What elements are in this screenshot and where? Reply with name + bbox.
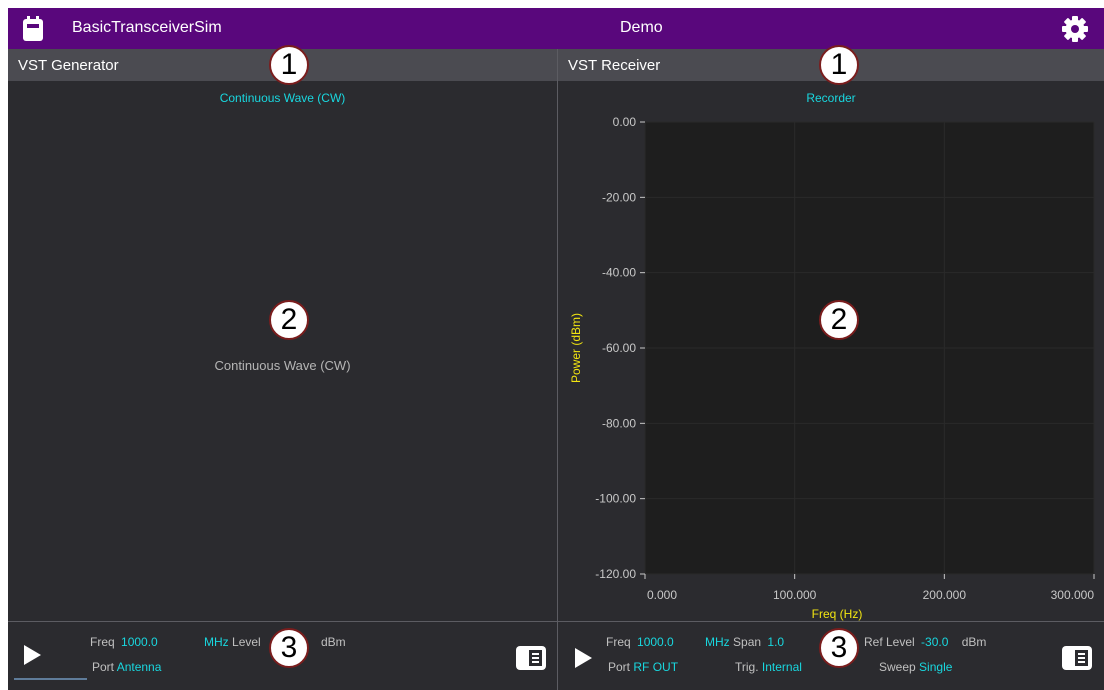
receiver-mode-link[interactable]: Recorder (558, 91, 1104, 105)
y-tick-label: -40.00 (602, 266, 636, 280)
callout-3-receiver: 3 (819, 628, 859, 668)
receiver-ref-level[interactable]: Ref Level -30.0 dBm (864, 635, 986, 649)
generator-freq-label: Freq (90, 635, 115, 649)
callout-2-receiver: 2 (819, 300, 859, 340)
x-tick-label: 100.000 (773, 588, 817, 602)
x-axis-label: Freq (Hz) (812, 607, 863, 621)
app-title: BasicTransceiverSim (72, 19, 222, 36)
x-tick-label: 0.000 (647, 588, 677, 602)
spectrum-chart[interactable]: 0.00 -20.00 -40.00 -60.00 -80.00 -100.00 -120.… (559, 104, 1104, 624)
receiver-span-label: Span (733, 635, 762, 649)
gear-icon[interactable] (1060, 14, 1090, 44)
y-tick-label: 0.00 (613, 115, 637, 129)
y-tick-label: -80.00 (602, 416, 636, 430)
receiver-trig-value[interactable]: Internal (762, 660, 802, 674)
y-tick-label: -120.00 (595, 567, 636, 581)
receiver-ref-value[interactable]: -30.0 (921, 635, 948, 649)
transceiver-icon[interactable] (22, 16, 44, 42)
generator-panel-toggle-icon[interactable] (516, 646, 546, 670)
receiver-freq-label: Freq (606, 635, 631, 649)
receiver-port-value[interactable]: RF OUT (633, 660, 678, 674)
receiver-panel-toggle-icon[interactable] (1062, 646, 1092, 670)
generator-play-underline (14, 678, 87, 680)
callout-1-receiver: 1 (819, 45, 859, 85)
generator-freq[interactable]: Freq 1000.0 (90, 635, 158, 649)
x-tick-label: 200.000 (923, 588, 967, 602)
generator-port-value[interactable]: Antenna (117, 660, 162, 674)
generator-port[interactable]: Port Antenna (92, 660, 161, 674)
receiver-ref-unit: dBm (961, 635, 987, 649)
receiver-ref-label: Ref Level (864, 635, 915, 649)
generator-level-label: Level (232, 635, 261, 649)
app-window: BasicTransceiverSim Demo VST Generator V… (8, 8, 1104, 690)
title-bar: BasicTransceiverSim Demo (8, 8, 1104, 49)
receiver-freq-unit: MHz (705, 635, 730, 649)
receiver-trigger[interactable]: Trig. Internal (735, 660, 802, 674)
y-tick-label: -20.00 (602, 190, 636, 204)
receiver-sweep-label: Sweep (879, 660, 916, 674)
generator-content-label: Continuous Wave (CW) (214, 358, 351, 373)
generator-play-icon[interactable] (24, 645, 41, 665)
generator-freq-value[interactable]: 1000.0 (121, 635, 158, 649)
receiver-trig-label: Trig. (735, 660, 759, 674)
receiver-port-label: Port (608, 660, 631, 674)
generator-freq-unit: MHz (204, 635, 229, 649)
callout-1-generator: 1 (269, 45, 309, 85)
generator-level[interactable]: MHz Level (204, 635, 261, 649)
generator-bar-divider (8, 621, 557, 622)
receiver-freq[interactable]: Freq 1000.0 (606, 635, 674, 649)
receiver-freq-value[interactable]: 1000.0 (637, 635, 674, 649)
generator-mode-link[interactable]: Continuous Wave (CW) (8, 91, 557, 105)
receiver-sweep-value[interactable]: Single (919, 660, 952, 674)
x-axis-ticks: 0.000 100.000 200.000 300.000 (644, 574, 1095, 602)
panel-divider (557, 49, 558, 690)
mode-title: Demo (620, 19, 663, 36)
receiver-span-value[interactable]: 1.0 (767, 635, 784, 649)
x-tick-label: 300.000 (1051, 588, 1095, 602)
y-axis-ticks: 0.00 -20.00 -40.00 -60.00 -80.00 -100.00 -120.… (595, 115, 645, 581)
callout-2-generator: 2 (269, 300, 309, 340)
generator-level-unit: dBm (321, 635, 346, 649)
y-axis-label: Power (dBm) (569, 313, 583, 383)
y-tick-label: -60.00 (602, 341, 636, 355)
receiver-play-icon[interactable] (575, 648, 592, 668)
generator-port-label: Port (92, 660, 115, 674)
receiver-bar-divider (558, 621, 1104, 622)
receiver-port[interactable]: Port RF OUT (608, 660, 678, 674)
receiver-span[interactable]: MHz Span 1.0 (705, 635, 784, 649)
receiver-sweep[interactable]: Sweep Single (879, 660, 952, 674)
callout-3-generator: 3 (269, 628, 309, 668)
y-tick-label: -100.00 (595, 492, 636, 506)
